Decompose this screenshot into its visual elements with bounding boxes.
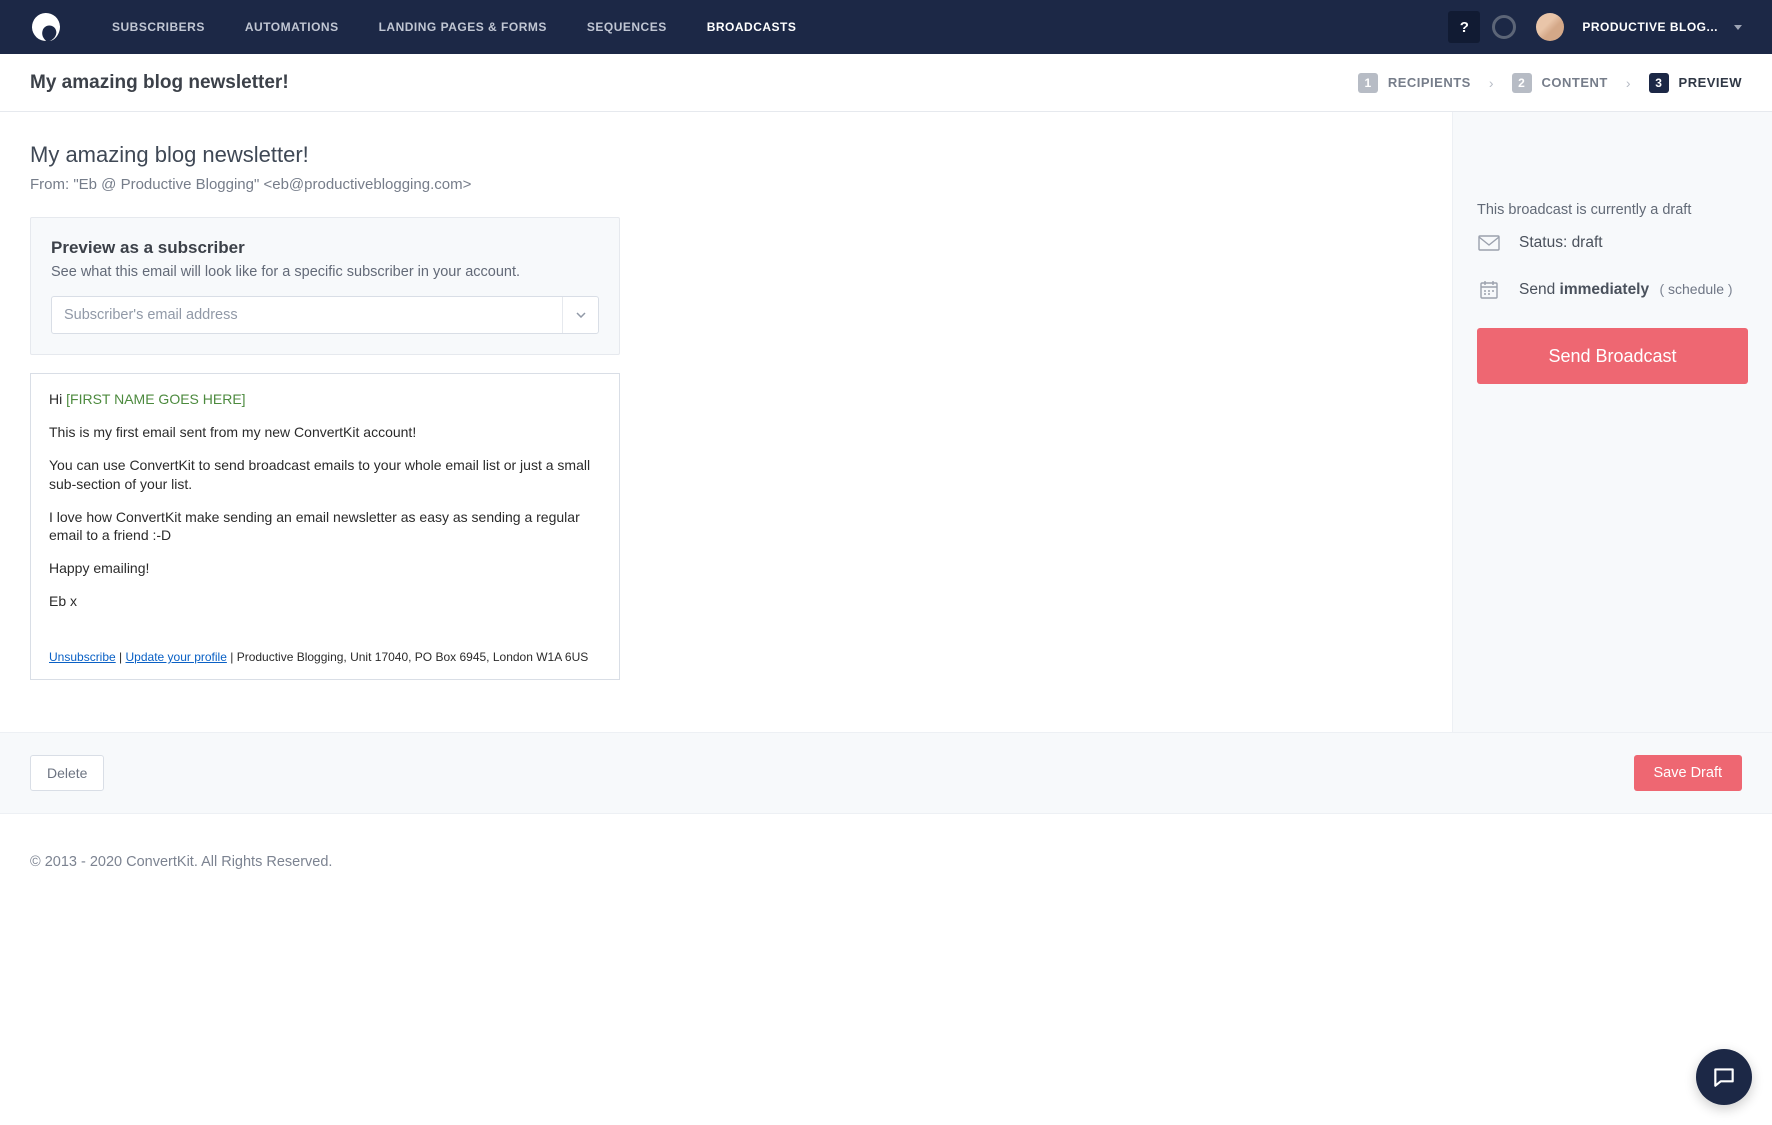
wizard-steps: 1 RECIPIENTS › 2 CONTENT › 3 PREVIEW — [1358, 73, 1742, 93]
email-body-line: This is my first email sent from my new … — [49, 423, 601, 442]
subscriber-email-combo[interactable] — [51, 296, 599, 334]
chevron-right-icon: › — [1626, 75, 1631, 91]
step-preview[interactable]: 3 PREVIEW — [1649, 73, 1742, 93]
loading-icon — [1492, 15, 1516, 39]
copyright: © 2013 - 2020 ConvertKit. All Rights Res… — [30, 854, 332, 870]
nav-automations[interactable]: AUTOMATIONS — [245, 1, 339, 53]
app-logo[interactable] — [30, 11, 62, 43]
broadcast-title: My amazing blog newsletter! — [30, 72, 289, 94]
email-body-line: I love how ConvertKit make sending an em… — [49, 508, 601, 546]
right-sidebar: This broadcast is currently a draft Stat… — [1452, 112, 1772, 732]
main-nav: SUBSCRIBERS AUTOMATIONS LANDING PAGES & … — [112, 1, 796, 53]
nav-subscribers[interactable]: SUBSCRIBERS — [112, 1, 205, 53]
email-body-line: You can use ConvertKit to send broadcast… — [49, 456, 601, 494]
step-num: 1 — [1358, 73, 1378, 93]
step-label: CONTENT — [1542, 75, 1608, 90]
from-line: From: "Eb @ Productive Blogging" <eb@pro… — [30, 176, 1422, 193]
schedule-row: Send immediately ( schedule ) — [1477, 280, 1748, 300]
unsubscribe-link[interactable]: Unsubscribe — [49, 650, 116, 664]
help-button[interactable]: ? — [1448, 11, 1480, 43]
envelope-icon — [1477, 235, 1501, 251]
page-footer: © 2013 - 2020 ConvertKit. All Rights Res… — [0, 813, 1772, 910]
nav-broadcasts[interactable]: BROADCASTS — [707, 1, 797, 53]
email-body-line: Happy emailing! — [49, 559, 601, 578]
step-content[interactable]: 2 CONTENT — [1512, 73, 1608, 93]
top-nav-bar: SUBSCRIBERS AUTOMATIONS LANDING PAGES & … — [0, 0, 1772, 54]
chevron-right-icon: › — [1489, 75, 1494, 91]
email-footer: Unsubscribe | Update your profile | Prod… — [49, 649, 601, 665]
preview-description: See what this email will look like for a… — [51, 264, 599, 280]
status-row: Status: draft — [1477, 234, 1748, 252]
step-recipients[interactable]: 1 RECIPIENTS — [1358, 73, 1471, 93]
update-profile-link[interactable]: Update your profile — [126, 650, 227, 664]
step-label: RECIPIENTS — [1388, 75, 1471, 90]
subheader: My amazing blog newsletter! 1 RECIPIENTS… — [0, 54, 1772, 112]
schedule-link[interactable]: schedule — [1668, 281, 1724, 297]
dropdown-toggle[interactable] — [562, 297, 598, 333]
email-preview-pane: Hi [FIRST NAME GOES HERE] This is my fir… — [30, 373, 620, 680]
save-draft-button[interactable]: Save Draft — [1634, 755, 1743, 791]
bottom-action-bar: Delete Save Draft — [0, 732, 1772, 813]
account-menu[interactable]: PRODUCTIVE BLOG... — [1582, 20, 1718, 34]
preview-heading: Preview as a subscriber — [51, 238, 599, 258]
nav-landing-pages[interactable]: LANDING PAGES & FORMS — [379, 1, 547, 53]
email-greeting: Hi [FIRST NAME GOES HERE] — [49, 390, 601, 409]
draft-note: This broadcast is currently a draft — [1477, 202, 1748, 218]
email-subject: My amazing blog newsletter! — [30, 142, 1422, 168]
step-num: 3 — [1649, 73, 1669, 93]
merge-tag: [FIRST NAME GOES HERE] — [66, 391, 245, 407]
delete-button[interactable]: Delete — [30, 755, 104, 791]
preview-as-subscriber-box: Preview as a subscriber See what this em… — [30, 217, 620, 355]
subscriber-email-input[interactable] — [52, 297, 562, 333]
footer-address: Productive Blogging, Unit 17040, PO Box … — [237, 650, 589, 664]
chat-widget[interactable] — [1696, 1049, 1752, 1105]
avatar[interactable] — [1536, 13, 1564, 41]
chevron-down-icon — [1734, 25, 1742, 30]
step-num: 2 — [1512, 73, 1532, 93]
calendar-icon — [1477, 280, 1501, 300]
email-signoff: Eb x — [49, 592, 601, 611]
step-label: PREVIEW — [1679, 75, 1742, 90]
nav-sequences[interactable]: SEQUENCES — [587, 1, 667, 53]
send-broadcast-button[interactable]: Send Broadcast — [1477, 328, 1748, 384]
